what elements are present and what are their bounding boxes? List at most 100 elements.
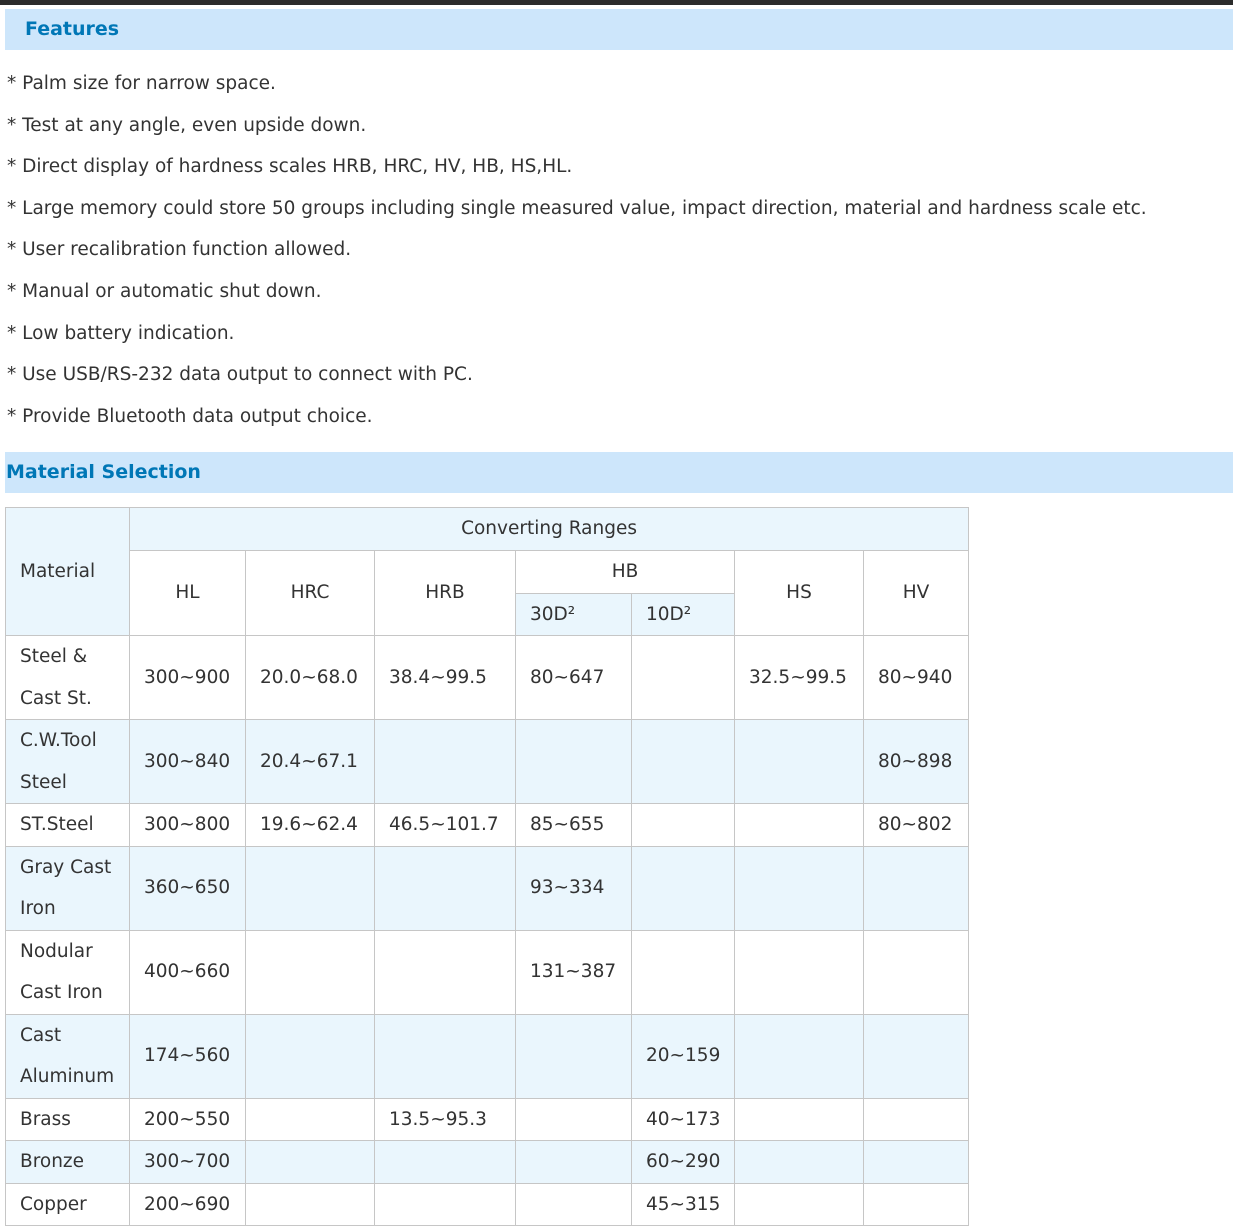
table-body: Steel & Cast St. 300~900 20.0~68.0 38.4~99.5… [5,635,970,1226]
material-name-cell: Bronze [5,1140,130,1184]
feature-item: * Palm size for narrow space. [7,73,276,94]
range-cell-hrc [245,845,375,931]
material-name-line: Cast St. [20,687,92,709]
range-cell-hb10 [631,845,735,931]
range-cell-hb30: 80~647 [515,635,632,720]
range-cell-hrc: 20.4~67.1 [245,719,375,804]
range-cell-hb30: 93~334 [515,845,632,931]
range-cell-hb10: 40~173 [631,1097,735,1141]
range-cell-hl: 400~660 [129,929,246,1015]
header-hb-30d2: 30D² [515,592,632,636]
table-row: Brass 200~550 13.5~95.3 40~173 [5,1097,970,1141]
material-name-cell: Gray Cast Iron [5,845,130,931]
range-cell-hb10 [631,803,735,847]
material-name-line: Bronze [20,1151,85,1172]
features-section-header: Features [5,9,1233,50]
material-name-cell: Nodular Cast Iron [5,929,130,1015]
feature-item: * Direct display of hardness scales HRB,… [7,156,573,178]
range-cell-hs [734,1013,864,1099]
range-cell-hb10 [631,719,735,804]
range-cell-hl: 360~650 [129,845,246,931]
header-hrb: HRB [374,549,516,636]
range-cell-hs: 32.5~99.5 [734,635,864,720]
range-cell-hrb [374,719,516,804]
header-hs: HS [734,549,864,636]
material-name-line: Copper [20,1193,87,1215]
header-material: Material [5,507,130,636]
table-row: C.W.Tool Steel 300~840 20.4~67.1 80~898 [5,719,970,804]
range-cell-hrc [245,1097,375,1141]
range-cell-hs [734,1182,864,1226]
material-name-line: Cast Iron [20,982,103,1003]
range-cell-hrc [245,1182,375,1226]
range-cell-hs [734,1097,864,1141]
range-cell-hrc: 20.0~68.0 [245,635,375,720]
material-name-line: Aluminum [20,1066,115,1087]
range-cell-hb30: 131~387 [515,929,632,1015]
range-cell-hl: 200~690 [129,1182,246,1226]
material-name-line: Nodular [20,940,93,962]
range-cell-hv: 80~898 [862,719,970,804]
header-converting-ranges: Converting Ranges [128,507,970,551]
material-name-line: Steel [20,771,67,793]
header-hb-10d2: 10D² [631,592,735,636]
material-name-cell: Copper [5,1182,130,1226]
features-list: * Palm size for narrow space. * Test at … [7,63,1147,437]
feature-item: * Manual or automatic shut down. [7,280,322,302]
range-cell-hrb: 38.4~99.5 [374,635,516,720]
header-hrc: HRC [245,549,375,636]
range-cell-hl: 300~700 [129,1140,246,1184]
header-hb: HB [515,549,735,594]
range-cell-hrc [245,1140,375,1184]
range-cell-hv [862,1097,970,1141]
range-cell-hv [862,1013,970,1099]
range-cell-hrc [245,929,375,1015]
material-name-line: Cast [20,1024,62,1046]
range-cell-hv [862,1140,970,1184]
range-cell-hb10: 20~159 [631,1013,735,1099]
range-cell-hv [862,845,970,931]
range-cell-hrb [374,1140,516,1184]
converting-ranges-table: Material Converting Ranges HL HRC HRB HB… [5,507,970,1226]
range-cell-hrb [374,1182,516,1226]
range-cell-hs [734,845,864,931]
range-cell-hb30 [515,1097,632,1141]
table-row: Cast Aluminum 174~560 20~159 [5,1013,970,1099]
table-row: Bronze 300~700 60~290 [5,1140,970,1184]
range-cell-hs [734,1140,864,1184]
table-row: Steel & Cast St. 300~900 20.0~68.0 38.4~99.5… [5,635,970,720]
range-cell-hv [862,1182,970,1226]
range-cell-hl: 300~800 [129,803,246,847]
range-cell-hl: 300~900 [129,635,246,720]
range-cell-hv: 80~940 [862,635,970,720]
material-name-line: Gray Cast [20,856,112,878]
material-selection-header: Material Selection [5,452,1233,493]
range-cell-hv [862,929,970,1015]
range-cell-hb10: 60~290 [631,1140,735,1184]
table-row: Copper 200~690 45~315 [5,1182,970,1226]
range-cell-hl: 200~550 [129,1097,246,1141]
range-cell-hb10 [631,635,735,720]
header-hv: HV [862,549,970,636]
feature-item: * Large memory could store 50 groups inc… [7,197,1147,219]
table-row: Nodular Cast Iron 400~660 131~387 [5,929,970,1015]
range-cell-hb30 [515,1013,632,1099]
range-cell-hrc: 19.6~62.4 [245,803,375,847]
material-name-cell: C.W.Tool Steel [5,719,130,804]
range-cell-hs [734,803,864,847]
range-cell-hv: 80~802 [862,803,970,847]
material-name-cell: ST.Steel [5,803,130,847]
top-border-bar [0,0,1233,5]
range-cell-hrb [374,1013,516,1099]
header-hl: HL [129,549,246,636]
range-cell-hrb: 13.5~95.3 [374,1097,516,1141]
feature-item: * Provide Bluetooth data output choice. [7,405,373,427]
material-name-line: ST.Steel [20,814,94,835]
range-cell-hl: 174~560 [129,1013,246,1099]
range-cell-hs [734,929,864,1015]
range-cell-hb10 [631,929,735,1015]
material-selection-title: Material Selection [6,461,201,483]
range-cell-hrb [374,845,516,931]
range-cell-hb10: 45~315 [631,1182,735,1226]
table-row: Gray Cast Iron 360~650 93~334 [5,845,970,931]
